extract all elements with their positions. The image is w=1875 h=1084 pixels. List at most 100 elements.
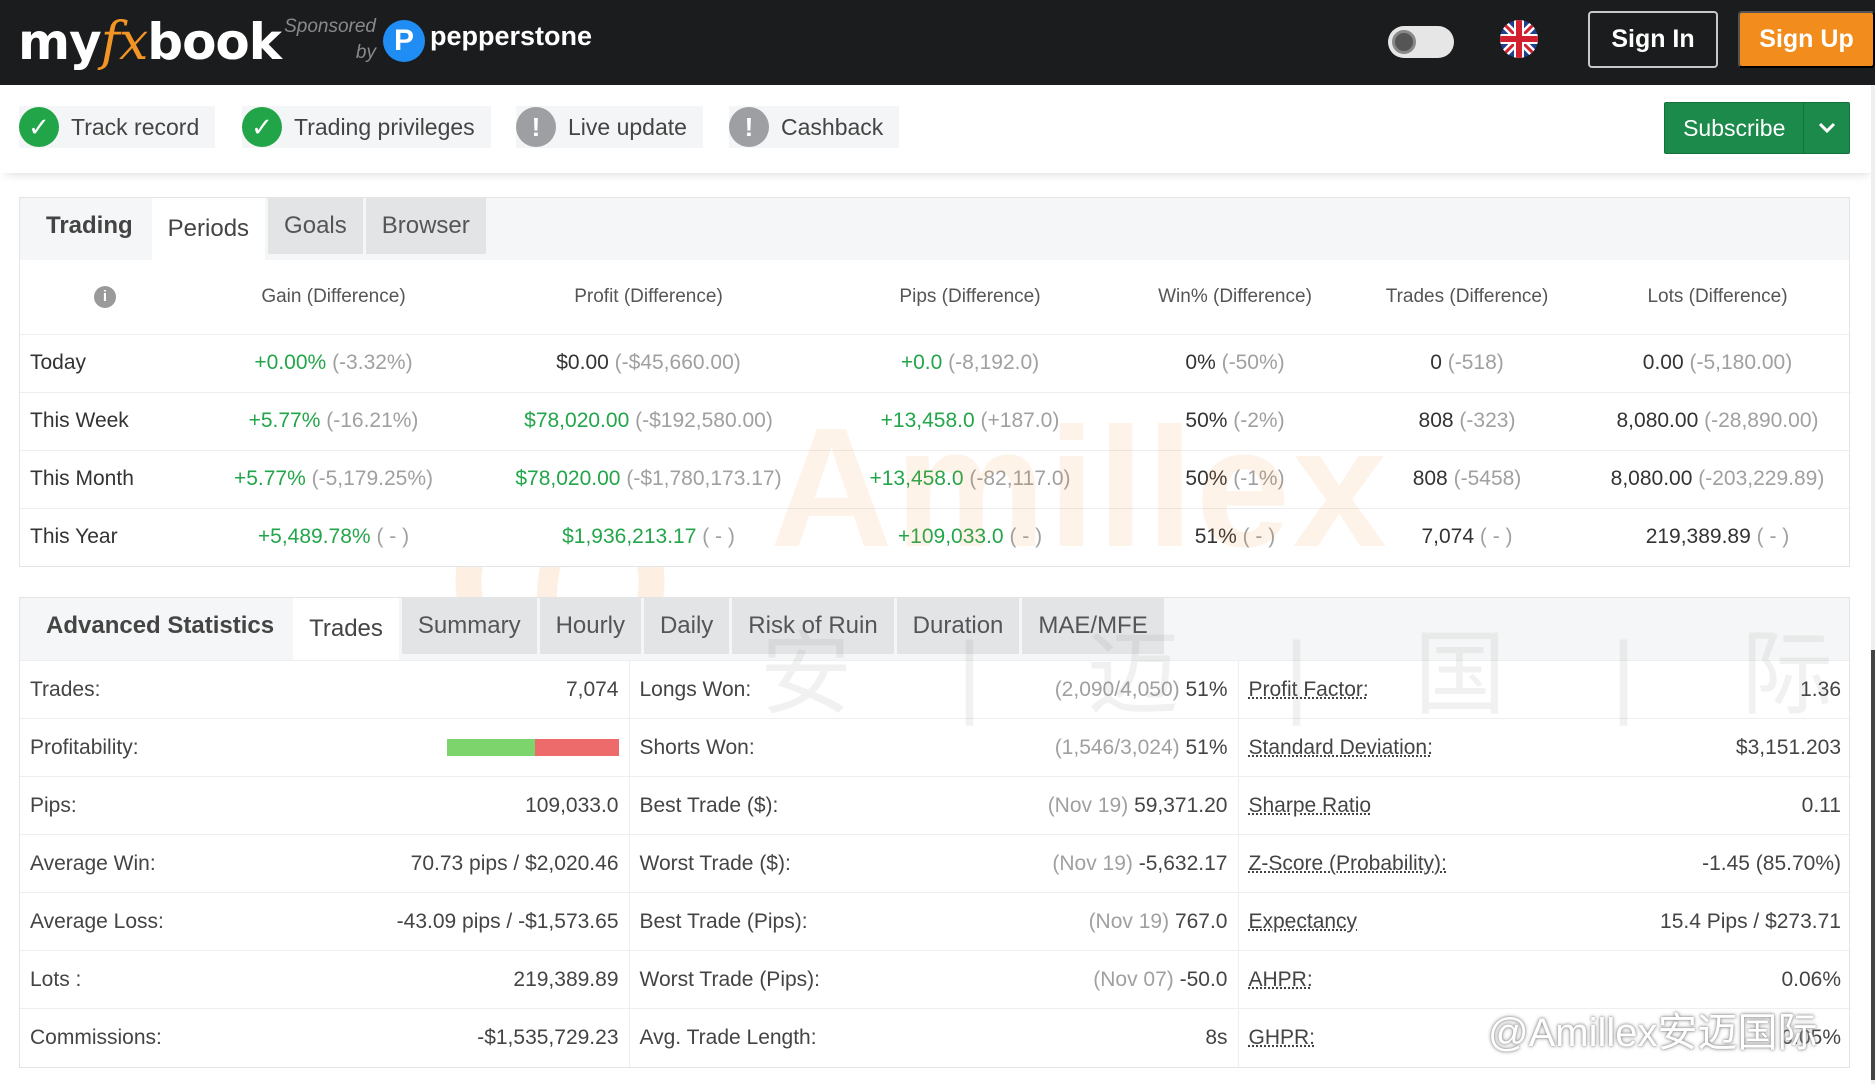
logo-part-book: book — [147, 13, 282, 71]
subscribe-button[interactable]: Subscribe — [1664, 102, 1850, 154]
period-cell: +13,458.0 (+187.0) — [820, 391, 1120, 450]
stat-value: -$1,535,729.23 — [290, 1008, 630, 1067]
tab-hourly[interactable]: Hourly — [539, 598, 641, 654]
period-value: 0 — [1430, 351, 1442, 374]
stat-value: 109,033.0 — [290, 776, 630, 835]
stat-row: Average Win: 70.73 pips / $2,020.46 Worst … — [20, 834, 1851, 893]
top-bar: my fx book Sponsored by P pepperstone Sign… — [0, 0, 1875, 85]
period-cell: 0% (-50%) — [1120, 333, 1350, 392]
period-cell: $78,020.00 (-$192,580.00) — [477, 391, 820, 450]
dark-mode-toggle[interactable] — [1388, 26, 1454, 58]
period-difference: ( - ) — [1756, 525, 1790, 549]
period-value: 7,074 — [1421, 525, 1475, 549]
status-cashback[interactable]: ! Cashback — [729, 106, 900, 148]
period-cell: 50% (-2%) — [1120, 391, 1350, 450]
period-difference: (-5,179.25%) — [311, 467, 434, 490]
advanced-tabs: Advanced Statistics Trades Summary Hourl… — [20, 598, 1849, 660]
stat-value: 15.4 Pips / $273.71 — [1568, 892, 1851, 951]
period-value: +5.77% — [248, 409, 321, 432]
profitability-loss-bar — [534, 739, 619, 757]
stat-main-value: -5,632.17 — [1138, 851, 1228, 875]
stat-label-link[interactable]: Standard Deviation: — [1238, 718, 1568, 777]
period-cell: +0.0 (-8,192.0) — [820, 333, 1120, 392]
stat-label-link[interactable]: Sharpe Ratio — [1238, 776, 1568, 835]
stat-label: Worst Trade (Pips): — [629, 950, 929, 1009]
period-value: $1,936,213.17 — [562, 525, 697, 549]
period-cell: $78,020.00 (-$1,780,173.17) — [477, 449, 820, 508]
period-difference: (-$192,580.00) — [635, 409, 773, 432]
period-cell: 8,080.00 (-28,890.00) — [1584, 391, 1851, 450]
period-value: 808 — [1412, 467, 1448, 490]
period-difference: (-$1,780,173.17) — [626, 467, 782, 490]
stat-main-value: -50.0 — [1179, 967, 1228, 991]
period-difference: (-50%) — [1221, 351, 1285, 374]
stat-label-link[interactable]: Profit Factor: — [1238, 660, 1568, 719]
status-live-update[interactable]: ! Live update — [516, 106, 703, 148]
status-label: Track record — [71, 113, 200, 140]
period-value: +13,458.0 — [869, 467, 964, 490]
stat-value: 7,074 — [290, 660, 630, 719]
sign-up-button[interactable]: Sign Up — [1738, 11, 1875, 68]
myfxbook-logo[interactable]: my fx book — [18, 6, 282, 78]
period-difference: (-3.32%) — [332, 351, 413, 374]
period-cell: 51% ( - ) — [1120, 507, 1350, 566]
column-header: Trades (Difference) — [1385, 285, 1549, 307]
logo-part-fx: fx — [100, 12, 149, 72]
system-status-row: ✓ Track record ✓ Trading privileges ! Li… — [0, 85, 1875, 173]
period-row: This Month +5.77% (-5,179.25%) $78,020.00 … — [20, 449, 1851, 508]
stat-detail: (Nov 19) — [1047, 793, 1129, 817]
period-cell: 50% (-1%) — [1120, 449, 1350, 508]
period-difference: (-82,117.0) — [969, 467, 1071, 490]
period-row: This Year +5,489.78% ( - ) $1,936,213.17 (… — [20, 507, 1851, 566]
stat-value: (Nov 19) 59,371.20 — [929, 776, 1239, 835]
period-cell: $1,936,213.17 ( - ) — [477, 507, 820, 566]
period-value: 808 — [1418, 409, 1454, 432]
period-value: +13,458.0 — [880, 409, 975, 432]
stat-label: Average Loss: — [20, 892, 290, 951]
column-header: Lots (Difference) — [1647, 285, 1788, 307]
chevron-down-icon[interactable] — [1803, 103, 1849, 153]
stat-main-value: 8s — [1205, 1025, 1228, 1049]
pepperstone-logo-icon[interactable]: P — [383, 20, 425, 62]
period-row: Today +0.00% (-3.32%) $0.00 (-$45,660.00) +… — [20, 333, 1851, 392]
tab-risk-of-ruin[interactable]: Risk of Ruin — [732, 598, 894, 654]
sign-in-button[interactable]: Sign In — [1588, 11, 1718, 68]
info-header[interactable]: i — [20, 260, 190, 334]
stat-row: Profitability: Shorts Won: (1,546/3,024) 5… — [20, 718, 1851, 777]
period-difference: ( - ) — [376, 525, 410, 549]
stat-main-value: 51% — [1185, 677, 1228, 701]
tab-duration[interactable]: Duration — [896, 598, 1020, 654]
scrollbar-thumb[interactable] — [1871, 650, 1875, 1080]
stat-label-link[interactable]: Expectancy — [1238, 892, 1568, 951]
period-cell: 0 (-518) — [1350, 333, 1584, 392]
stat-label: Worst Trade ($): — [629, 834, 929, 893]
period-cell: +0.00% (-3.32%) — [190, 333, 477, 392]
period-value: +109,033.0 — [897, 525, 1004, 549]
stat-label: Commissions: — [20, 1008, 290, 1067]
sponsor-name[interactable]: pepperstone — [430, 20, 592, 52]
tab-goals[interactable]: Goals — [268, 198, 363, 254]
tab-periods[interactable]: Periods — [151, 198, 266, 260]
period-cell: 219,389.89 ( - ) — [1584, 507, 1851, 566]
stat-label-link[interactable]: Z-Score (Probability): — [1238, 834, 1568, 893]
period-value: 8,080.00 — [1610, 467, 1693, 490]
period-value: 0% — [1185, 351, 1216, 374]
stat-value: $3,151.203 — [1568, 718, 1851, 777]
period-cell: +5.77% (-5,179.25%) — [190, 449, 477, 508]
info-icon[interactable]: i — [94, 286, 116, 309]
column-header: Gain (Difference) — [261, 285, 406, 307]
column-header: Profit (Difference) — [574, 285, 723, 307]
status-trading-privileges[interactable]: ✓ Trading privileges — [242, 106, 491, 148]
status-track-record[interactable]: ✓ Track record — [19, 106, 216, 148]
uk-flag-icon[interactable] — [1500, 20, 1538, 58]
tab-summary[interactable]: Summary — [401, 598, 537, 654]
tab-daily[interactable]: Daily — [643, 598, 730, 654]
period-cell: 0.00 (-5,180.00) — [1584, 333, 1851, 392]
trading-tabs: Trading Periods Goals Browser — [20, 198, 1849, 260]
stat-main-value: 59,371.20 — [1134, 793, 1228, 817]
tab-mae-mfe[interactable]: MAE/MFE — [1022, 598, 1164, 654]
tab-trades[interactable]: Trades — [293, 598, 399, 660]
period-cell: +5.77% (-16.21%) — [190, 391, 477, 450]
advanced-statistics-panel: Advanced Statistics Trades Summary Hourl… — [19, 597, 1851, 1068]
tab-browser[interactable]: Browser — [365, 198, 486, 254]
